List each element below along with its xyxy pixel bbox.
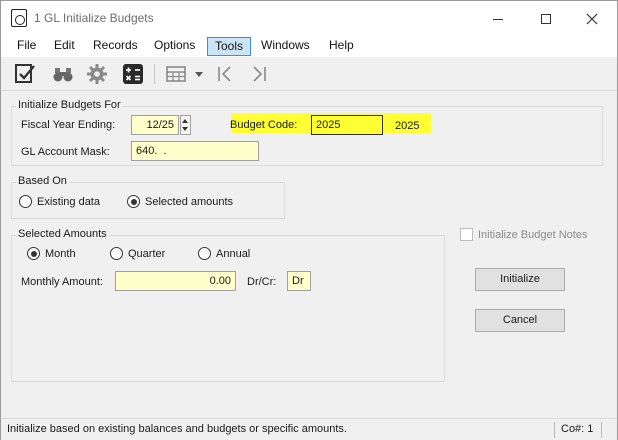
initialize-button[interactable]: Initialize (475, 268, 565, 291)
first-record-icon[interactable] (213, 62, 237, 86)
company-number: Co#: 1 (561, 423, 594, 435)
selected-amounts-radio[interactable] (127, 195, 140, 208)
existing-data-radio[interactable] (19, 195, 32, 208)
selected-amounts-legend: Selected Amounts (16, 228, 109, 240)
status-message: Initialize based on existing balances an… (7, 423, 347, 435)
menu-edit[interactable]: Edit (47, 37, 82, 56)
maximize-icon (541, 14, 551, 25)
selected-amounts-label[interactable]: Selected amounts (145, 196, 233, 208)
drcr-field[interactable]: Dr (287, 271, 311, 291)
menu-options[interactable]: Options (147, 37, 202, 56)
monthly-amount-label: Monthly Amount: (21, 276, 103, 288)
close-icon (586, 13, 598, 25)
menu-bar: File Edit Records Options Tools Windows … (1, 35, 617, 57)
menu-records[interactable]: Records (86, 37, 145, 56)
budget-code-description: 2025 (395, 120, 420, 132)
toolbar-separator (154, 64, 155, 84)
initialize-budget-notes-label[interactable]: Initialize Budget Notes (478, 229, 587, 241)
account-mask-label: GL Account Mask: (21, 146, 110, 158)
status-bar: Initialize based on existing balances an… (1, 418, 617, 440)
fiscal-year-spinner[interactable] (180, 115, 191, 135)
based-on-legend: Based On (16, 175, 69, 187)
dropdown-arrow-icon[interactable] (193, 62, 205, 86)
existing-data-label[interactable]: Existing data (37, 196, 100, 208)
monthly-amount-field[interactable]: 0.00 (115, 271, 236, 291)
minimize-icon (493, 18, 503, 20)
month-radio[interactable] (27, 247, 40, 260)
gl-initialize-budgets-window: 1 GL Initialize Budgets File Edit Record… (0, 0, 618, 440)
initialize-budget-notes-checkbox[interactable] (460, 228, 473, 241)
status-separator (554, 422, 555, 438)
menu-file[interactable]: File (10, 37, 43, 56)
fiscal-year-field[interactable]: 12/25 (131, 115, 179, 135)
menu-help[interactable]: Help (322, 37, 361, 56)
calculator-icon[interactable] (121, 62, 145, 86)
quarter-label[interactable]: Quarter (128, 248, 165, 260)
spinner-up-icon[interactable] (182, 119, 188, 123)
spinner-down-icon[interactable] (182, 127, 188, 131)
maximize-button[interactable] (523, 1, 569, 35)
title-bar: 1 GL Initialize Budgets (1, 1, 617, 35)
budget-code-label: Budget Code: (230, 119, 298, 131)
menu-windows[interactable]: Windows (254, 37, 317, 56)
binoculars-icon[interactable] (51, 62, 75, 86)
gear-icon[interactable] (85, 62, 109, 86)
table-icon[interactable] (164, 62, 188, 86)
account-mask-field[interactable]: 640. . (131, 141, 259, 161)
last-record-icon[interactable] (247, 62, 271, 86)
annual-radio[interactable] (198, 247, 211, 260)
fiscal-year-label: Fiscal Year Ending: (21, 119, 116, 131)
app-icon (11, 9, 27, 27)
toolbar (1, 57, 617, 91)
minimize-button[interactable] (475, 1, 521, 35)
budget-code-field[interactable]: 2025 (311, 115, 383, 135)
close-button[interactable] (569, 1, 615, 35)
month-label[interactable]: Month (45, 248, 76, 260)
drcr-label: Dr/Cr: (247, 276, 277, 288)
checklist-icon[interactable] (13, 62, 37, 86)
window-title: 1 GL Initialize Budgets (34, 11, 154, 25)
quarter-radio[interactable] (110, 247, 123, 260)
annual-label[interactable]: Annual (216, 248, 250, 260)
menu-tools[interactable]: Tools (207, 37, 252, 56)
cancel-button[interactable]: Cancel (475, 309, 565, 332)
initialize-budgets-legend: Initialize Budgets For (16, 99, 123, 111)
status-separator (601, 422, 602, 438)
